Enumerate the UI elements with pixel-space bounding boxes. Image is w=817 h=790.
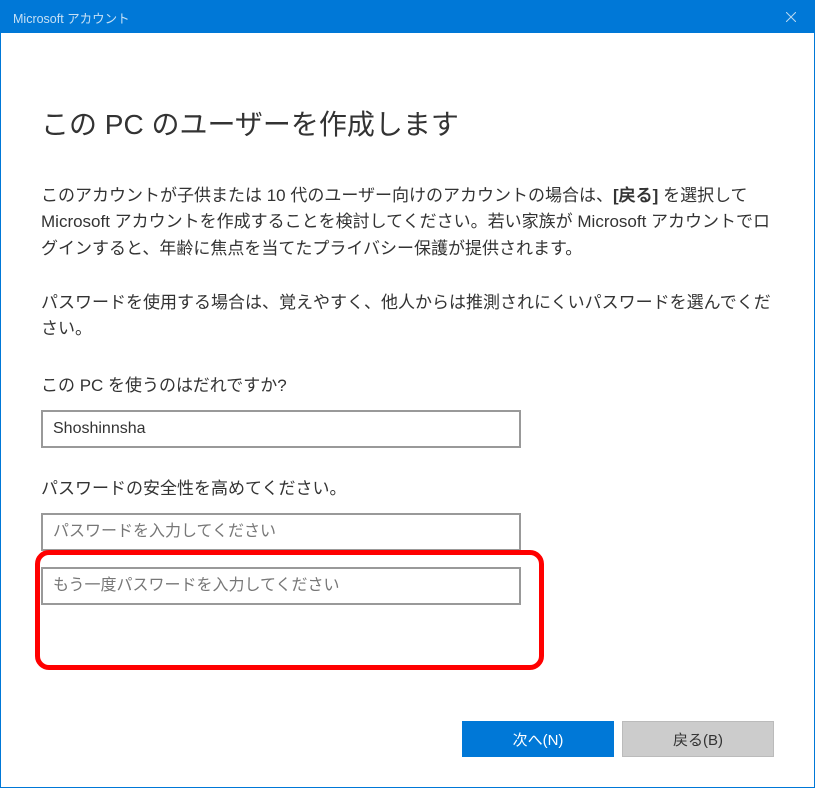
page-heading: この PC のユーザーを作成します: [41, 103, 774, 143]
titlebar: Microsoft アカウント: [1, 1, 814, 33]
account-setup-window: Microsoft アカウント この PC のユーザーを作成します このアカウン…: [0, 0, 815, 788]
password-input[interactable]: [41, 513, 521, 551]
password-field-group: [41, 513, 774, 605]
password-section-label: パスワードの安全性を高めてください。: [41, 474, 774, 499]
close-icon: [786, 12, 796, 22]
info-paragraph-1: このアカウントが子供または 10 代のユーザー向けのアカウントの場合は、[戻る]…: [41, 183, 774, 262]
username-label: この PC を使うのはだれですか?: [41, 371, 774, 396]
confirm-password-input[interactable]: [41, 567, 521, 605]
back-button[interactable]: 戻る(B): [622, 721, 774, 757]
info-paragraph-1-prefix: このアカウントが子供または 10 代のユーザー向けのアカウントの場合は、: [41, 186, 613, 205]
username-input[interactable]: [41, 410, 521, 448]
footer-buttons: 次へ(N) 戻る(B): [462, 721, 774, 757]
content-area: この PC のユーザーを作成します このアカウントが子供または 10 代のユーザ…: [1, 33, 814, 787]
next-button[interactable]: 次へ(N): [462, 721, 614, 757]
info-paragraph-2: パスワードを使用する場合は、覚えやすく、他人からは推測されにくいパスワードを選ん…: [41, 290, 774, 343]
info-paragraph-1-bold: [戻る]: [613, 186, 658, 205]
close-button[interactable]: [768, 1, 814, 33]
window-title: Microsoft アカウント: [13, 8, 130, 27]
